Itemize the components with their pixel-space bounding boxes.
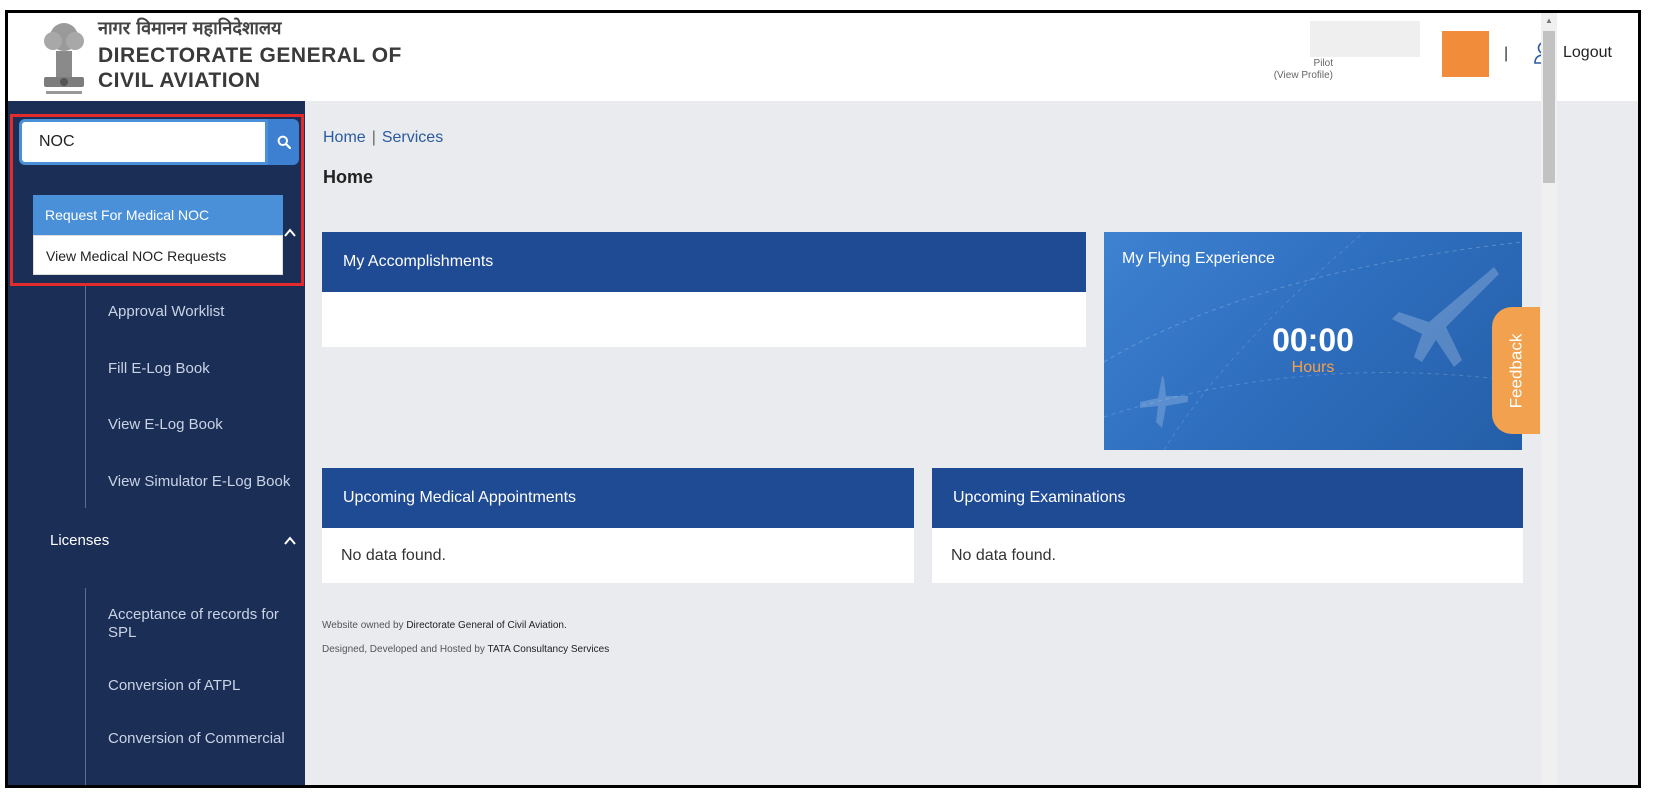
sidebar-item-approval-worklist[interactable]: Approval Worklist (108, 303, 224, 321)
user-name-box (1310, 21, 1420, 57)
sidebar-item-conversion-commercial[interactable]: Conversion of Commercial (108, 730, 285, 748)
sidebar-item-acceptance-records-spl[interactable]: Acceptance of records for SPL (108, 606, 288, 642)
medical-appointments-card: Upcoming Medical Appointments No data fo… (322, 468, 914, 583)
examinations-title: Upcoming Examinations (932, 468, 1523, 528)
footer-developer-prefix: Designed, Developed and Hosted by (322, 644, 488, 655)
medical-appointments-empty: No data found. (322, 528, 914, 583)
medical-appointments-title: Upcoming Medical Appointments (322, 468, 914, 528)
examinations-card: Upcoming Examinations No data found. (932, 468, 1523, 583)
org-name-line1: DIRECTORATE GENERAL OF (98, 44, 402, 67)
accomplishments-body (322, 292, 1086, 347)
flying-hours-unit: Hours (1291, 359, 1335, 376)
feedback-label: Feedback (1506, 333, 1526, 408)
vertical-scrollbar[interactable]: ▲ (1541, 13, 1557, 785)
accomplishments-card: My Accomplishments (322, 232, 1086, 347)
breadcrumb-home[interactable]: Home (323, 129, 366, 146)
footer-developer-org: TATA Consultancy Services (487, 644, 610, 655)
sidebar-item-fill-e-log-book[interactable]: Fill E-Log Book (108, 360, 210, 378)
header-separator: | (1504, 45, 1509, 62)
footer-developer: Designed, Developed and Hosted by TATA C… (322, 644, 609, 655)
footer-owner-org: Directorate General of Civil Aviation. (406, 620, 567, 631)
top-header: नागर विमानन महानिदेशालय DIRECTORATE GENE… (8, 13, 1638, 101)
breadcrumb-services[interactable]: Services (382, 129, 443, 146)
sidebar: Request For Medical NOC View Medical NOC… (8, 101, 305, 785)
sidebar-item-view-e-log-book[interactable]: View E-Log Book (108, 416, 223, 434)
submenu-divider (85, 286, 86, 508)
breadcrumb-separator: | (371, 129, 376, 146)
logout-label: Logout (1563, 44, 1612, 61)
avatar[interactable] (1442, 31, 1489, 77)
airplane-small-icon (1140, 376, 1188, 428)
chevron-up-icon[interactable] (283, 534, 297, 548)
org-name-hindi: नागर विमानन महानिदेशालय (98, 18, 282, 39)
submenu-divider (85, 588, 86, 785)
highlight-box (10, 114, 304, 286)
org-name-english: DIRECTORATE GENERAL OF CIVIL AVIATION (98, 43, 402, 93)
accomplishments-title: My Accomplishments (322, 232, 1086, 292)
breadcrumb: Home | Services (323, 129, 443, 147)
sidebar-item-view-simulator-e-log-book[interactable]: View Simulator E-Log Book (108, 473, 290, 491)
scroll-thumb[interactable] (1543, 31, 1555, 183)
examinations-empty: No data found. (932, 528, 1523, 583)
flying-experience-title: My Flying Experience (1122, 250, 1275, 267)
user-role: Pilot (1313, 58, 1333, 69)
footer-owner: Website owned by Directorate General of … (322, 620, 567, 631)
page-title: Home (323, 167, 374, 187)
national-emblem-icon (44, 23, 84, 94)
view-profile-link[interactable]: (View Profile) (1274, 70, 1333, 81)
org-name-line2: CIVIL AVIATION (98, 69, 261, 92)
sidebar-item-conversion-atpl[interactable]: Conversion of ATPL (108, 677, 240, 695)
main-content: Home | Services Home My Accomplishments My… (305, 101, 1538, 785)
feedback-tab[interactable]: Feedback (1492, 307, 1540, 434)
sidebar-group-licenses[interactable]: Licenses (50, 532, 109, 549)
flying-hours-value: 00:00 (1272, 322, 1354, 358)
flying-experience-card: My Flying Experience 00:00 Hours (1104, 232, 1522, 450)
app-window: नागर विमानन महानिदेशालय DIRECTORATE GENE… (5, 10, 1641, 788)
footer-owner-prefix: Website owned by (322, 620, 407, 631)
scroll-up-arrow-icon[interactable]: ▲ (1545, 16, 1553, 25)
